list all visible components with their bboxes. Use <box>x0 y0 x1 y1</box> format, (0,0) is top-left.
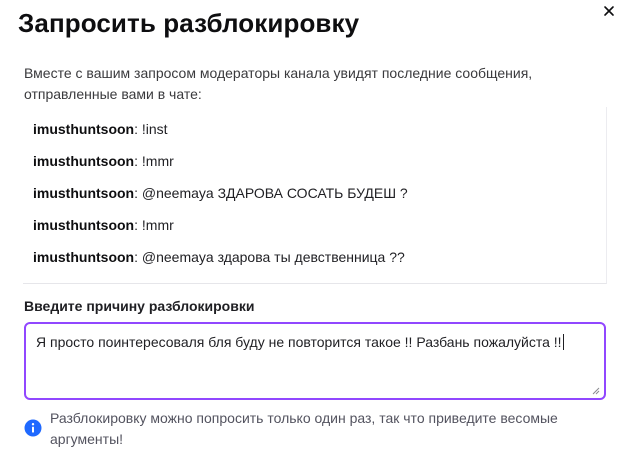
message-text: : @neemaya здарова ты девственница ?? <box>134 249 405 265</box>
chat-message: imusthuntsoon: @neemaya ЗДАРОВА СОСАТЬ Б… <box>33 185 408 201</box>
chat-message: imusthuntsoon: !inst <box>33 121 168 137</box>
message-username: imusthuntsoon <box>33 249 135 265</box>
message-username: imusthuntsoon <box>33 153 135 169</box>
message-username: imusthuntsoon <box>33 217 135 233</box>
dialog-intro-text: Вместе с вашим запросом модераторы канал… <box>24 65 533 102</box>
text-caret <box>562 334 564 350</box>
message-username: imusthuntsoon <box>33 121 135 137</box>
info-hint-text: Разблокировку можно попросить только оди… <box>50 410 558 447</box>
chat-message: imusthuntsoon: !mmr <box>33 217 174 233</box>
chat-message: imusthuntsoon: !mmr <box>33 153 174 169</box>
message-text: : !mmr <box>134 217 174 233</box>
message-text: : @neemaya ЗДАРОВА СОСАТЬ БУДЕШ ? <box>134 185 408 201</box>
recent-messages-list[interactable]: imusthuntsoon: !inst imusthuntsoon: !mmr… <box>23 107 607 284</box>
message-username: imusthuntsoon <box>33 185 135 201</box>
info-icon <box>24 419 42 437</box>
dialog-title: Запросить разблокировку <box>18 8 360 38</box>
reason-textarea[interactable]: Я просто поинтересоваля бля буду не повт… <box>24 322 606 400</box>
close-icon[interactable] <box>602 4 616 18</box>
resize-handle-icon[interactable] <box>592 387 600 395</box>
chat-message: imusthuntsoon: @neemaya здарова ты девст… <box>33 249 405 265</box>
message-text: : !mmr <box>134 153 174 169</box>
reason-field-label: Введите причину разблокировки <box>24 298 255 314</box>
message-text: : !inst <box>134 121 168 137</box>
reason-text-value: Я просто поинтересоваля бля буду не повт… <box>36 334 562 350</box>
